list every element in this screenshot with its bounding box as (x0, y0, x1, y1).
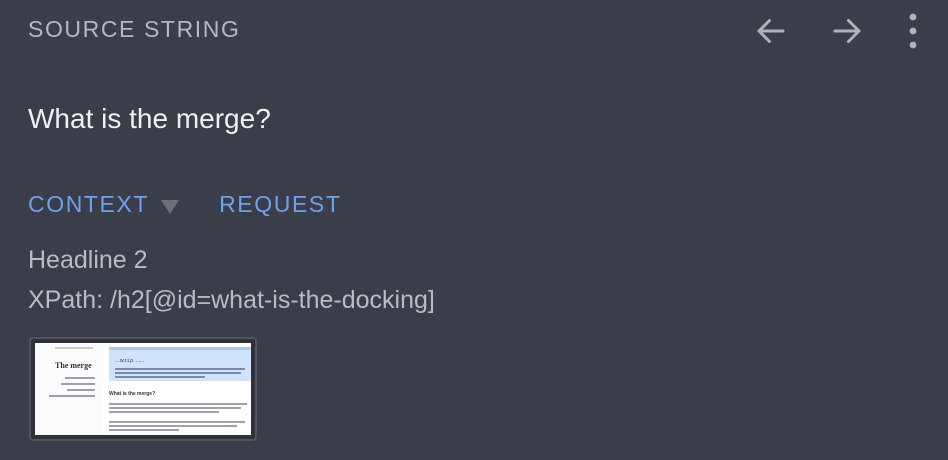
section-label: SOURCE STRING (28, 16, 241, 42)
thumbnail-sidebar-line (49, 395, 95, 397)
thumbnail-highlight-line (115, 368, 245, 370)
thumbnail-page-preview: The merge …w.r.t.p. ...... What is the m… (35, 343, 251, 435)
tab-context[interactable]: CONTEXT (28, 191, 149, 218)
thumbnail-sidebar-bar (55, 347, 93, 349)
thumbnail-highlight-line (115, 372, 241, 374)
source-string-panel: SOURCE STRING What is the merge? CONTEXT… (0, 0, 948, 460)
thumbnail-body-line (109, 407, 241, 409)
context-tabs: CONTEXT REQUEST (28, 191, 341, 218)
context-xpath: XPath: /h2[@id=what-is-the-docking] (28, 286, 435, 314)
thumbnail-body-line (109, 403, 247, 405)
toolbar (746, 10, 928, 52)
thumbnail-sidebar-line (61, 383, 95, 385)
thumbnail-sidebar-line (67, 389, 95, 391)
tab-request[interactable]: REQUEST (219, 191, 341, 218)
context-headline: Headline 2 (28, 246, 148, 274)
thumbnail-sidebar-line (65, 377, 95, 379)
thumbnail-highlight-title: …w.r.t.p. ...... (115, 358, 145, 364)
thumbnail-highlight-line (115, 376, 205, 378)
context-screenshot-thumbnail[interactable]: The merge …w.r.t.p. ...... What is the m… (29, 337, 257, 441)
thumbnail-section-heading: What is the merge? (109, 391, 156, 397)
next-button[interactable] (822, 10, 872, 52)
arrow-left-icon (757, 19, 785, 43)
thumbnail-sidebar: The merge (35, 343, 103, 435)
arrow-right-icon (833, 19, 861, 43)
source-string-text: What is the merge? (28, 103, 271, 134)
previous-button[interactable] (746, 10, 796, 52)
thumbnail-highlight-box: …w.r.t.p. ...... (109, 347, 251, 381)
more-vertical-icon (909, 13, 917, 49)
caret-down-icon[interactable] (161, 199, 180, 214)
more-options-button[interactable] (898, 10, 928, 52)
thumbnail-body-line (109, 411, 219, 413)
thumbnail-body-line (109, 421, 245, 423)
thumbnail-sidebar-title: The merge (55, 361, 92, 370)
thumbnail-body-line (109, 425, 237, 427)
thumbnail-body-line (109, 429, 179, 431)
